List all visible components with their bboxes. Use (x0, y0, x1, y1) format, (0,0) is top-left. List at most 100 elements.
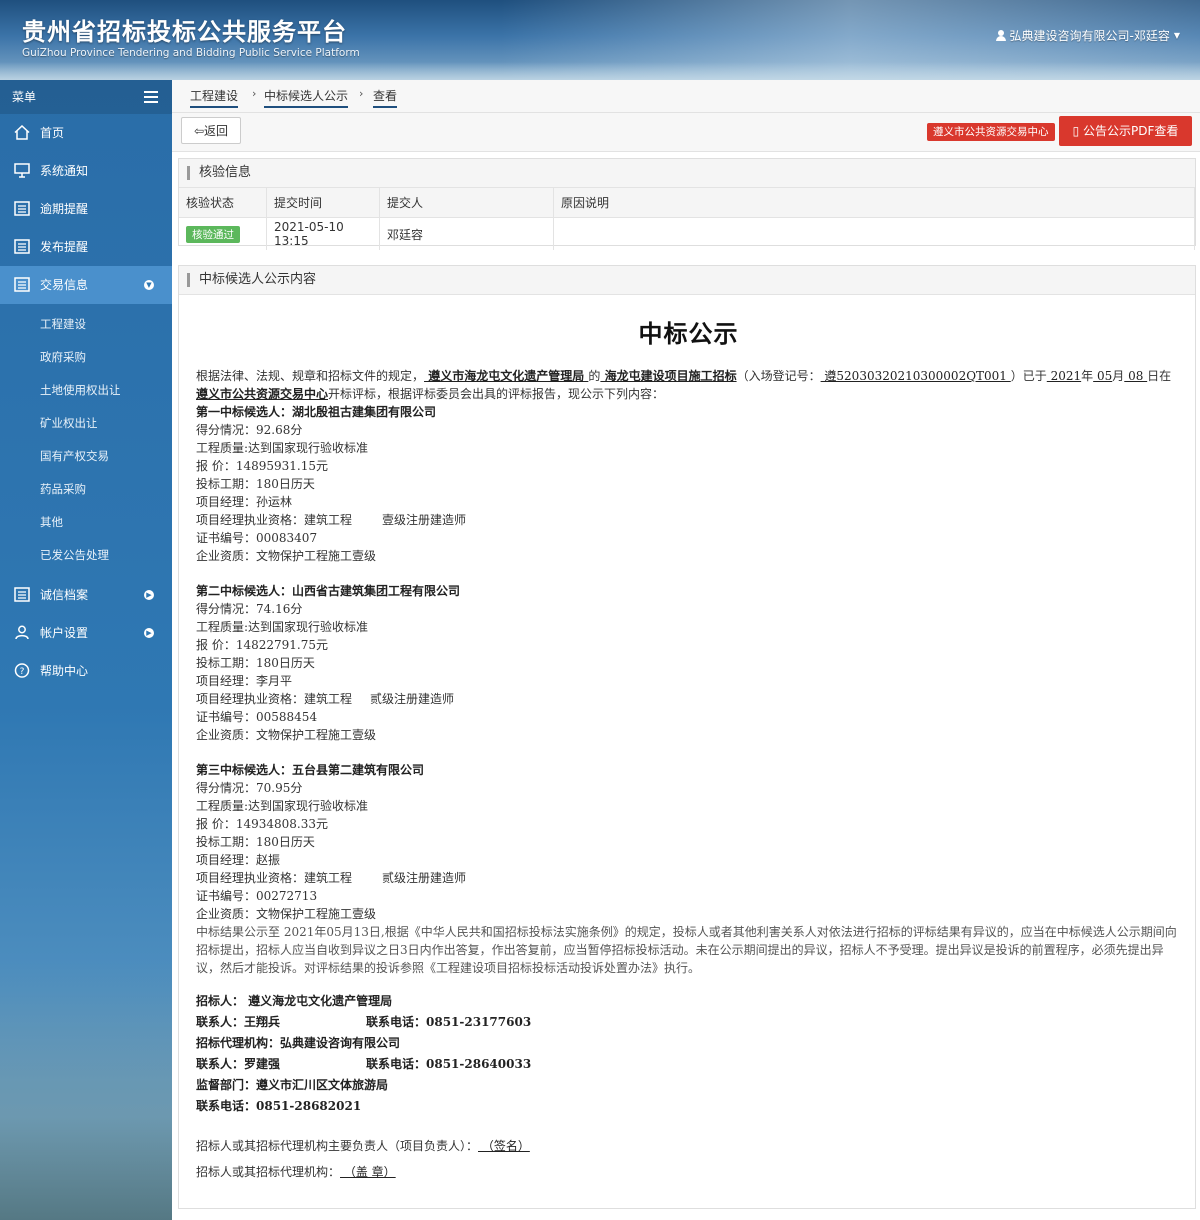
svg-text:?: ? (20, 667, 25, 677)
pdf-icon: ▯ (1072, 124, 1080, 138)
project-name: 海龙屯建设项目施工招标 (600, 369, 737, 383)
site-title: 贵州省招标投标公共服务平台 (22, 18, 347, 46)
sidebar-subitem-other[interactable]: 其他 (0, 506, 172, 539)
sidebar-item-label: 诚信档案 (40, 588, 89, 602)
sidebar-subitem-state-assets[interactable]: 国有产权交易 (0, 440, 172, 473)
column-header: 原因说明 (553, 188, 1195, 218)
candidate-company-qual: 企业资质：文物保护工程施工壹级 (196, 907, 377, 921)
candidate-company-qual: 企业资质：文物保护工程施工壹级 (196, 549, 377, 563)
verify-panel-title: 核验信息 (179, 159, 1195, 188)
tenderer-name: 遵义市海龙屯文化遗产管理局 (424, 369, 589, 383)
candidate-period: 投标工期：180日历天 (196, 835, 315, 849)
breadcrumb-separator: › (359, 87, 364, 100)
sidebar-subitem-engineering[interactable]: 工程建设 (0, 308, 172, 341)
menu-label: 菜单 (12, 90, 37, 104)
caret-down-icon: ▼ (1173, 31, 1180, 40)
objection-notice: 中标结果公示至 2021年05月13日,根据《中华人民共和国招标投标法实施条例》… (196, 925, 1177, 975)
candidate-block: 第二中标候选人：山西省古建筑集团工程有限公司 得分情况：74.16分 工程质量:… (196, 582, 1181, 744)
candidate-cert: 证书编号：00588454 (196, 710, 318, 724)
sidebar-item-label: 发布提醒 (40, 240, 89, 254)
monitor-icon (14, 163, 30, 178)
column-header: 核验状态 (179, 188, 267, 218)
verify-table: 核验状态 提交时间 提交人 原因说明 核验通过 2021-05-10 13:15… (179, 188, 1195, 250)
toolbar: ⇦返回 遵义市公共资源交易中心 ▯ 公告公示PDF查看 (172, 113, 1200, 152)
sidebar: 菜单 首页 系统通知 逾期提醒 发布提醒 交易信息 ▼ 工程建设 政府采购 土地… (0, 80, 172, 1220)
contact-line: 联系人：王翔兵 联系电话：0851-23177603 (196, 1015, 532, 1029)
sidebar-subitem-land[interactable]: 土地使用权出让 (0, 374, 172, 407)
sidebar-item-publish[interactable]: 发布提醒 (0, 228, 172, 266)
sidebar-subitem-procurement[interactable]: 政府采购 (0, 341, 172, 374)
candidate-manager: 项目经理：赵振 (196, 853, 281, 867)
candidate-quality: 工程质量:达到国家现行验收标准 (196, 441, 369, 455)
seal-line: 招标人或其招标代理机构： （盖 章） (196, 1165, 396, 1179)
sidebar-item-trade-info[interactable]: 交易信息 ▼ (0, 266, 172, 304)
column-header: 提交时间 (266, 188, 380, 218)
candidate-period: 投标工期：180日历天 (196, 656, 315, 670)
candidate-price: 报 价：14934808.33元 (196, 817, 328, 831)
chevron-down-icon: ▼ (144, 280, 154, 290)
candidate-manager: 项目经理：李月平 (196, 674, 293, 688)
supervisor-phone: 联系电话：0851-28682021 (196, 1099, 362, 1113)
user-menu[interactable]: 弘典建设咨询有限公司-邓廷容 ▼ (995, 27, 1180, 44)
list-icon (14, 239, 30, 254)
home-icon (14, 125, 30, 140)
agency-line: 招标代理机构：弘典建设咨询有限公司 (196, 1036, 401, 1050)
breadcrumb-item-current: 查看 (373, 87, 398, 108)
sidebar-item-notice[interactable]: 系统通知 (0, 152, 172, 190)
submit-time: 2021-05-10 13:15 (266, 217, 380, 250)
page-header: 贵州省招标投标公共服务平台 GuiZhou Province Tendering… (0, 0, 1200, 80)
chevron-right-icon: ▶ (144, 590, 154, 600)
verify-panel: 核验信息 核验状态 提交时间 提交人 原因说明 核验通过 2021-05-10 … (178, 158, 1196, 250)
user-icon (995, 30, 1006, 41)
sidebar-item-overdue[interactable]: 逾期提醒 (0, 190, 172, 228)
candidate-score: 得分情况：70.95分 (196, 781, 303, 795)
candidate-manager: 项目经理：孙运林 (196, 495, 293, 509)
sidebar-item-label: 逾期提醒 (40, 202, 89, 216)
help-icon: ? (14, 663, 30, 678)
status-badge: 核验通过 (186, 225, 240, 243)
list-icon (14, 201, 30, 216)
sidebar-item-account[interactable]: 帐户设置 ▶ (0, 614, 172, 652)
pdf-label: 公告公示PDF查看 (1083, 124, 1179, 138)
sidebar-item-label: 首页 (40, 126, 65, 140)
sidebar-subitem-medicine[interactable]: 药品采购 (0, 473, 172, 506)
menu-toggle-icon[interactable] (144, 91, 158, 103)
candidate-qualification: 项目经理执业资格：建筑工程 贰级注册建造师 (196, 692, 455, 706)
candidate-block: 第一中标候选人：湖北殷祖古建集团有限公司 得分情况：92.68分 工程质量:达到… (196, 403, 1181, 565)
sidebar-item-credit[interactable]: 诚信档案 ▶ (0, 576, 172, 614)
sidebar-item-help[interactable]: ? 帮助中心 (0, 652, 172, 690)
pdf-view-button[interactable]: ▯ 公告公示PDF查看 (1059, 116, 1192, 146)
site-subtitle: GuiZhou Province Tendering and Bidding P… (22, 47, 360, 59)
table-row: 核验通过 2021-05-10 13:15 邓廷容 (179, 217, 1195, 250)
sidebar-subitem-published[interactable]: 已发公告处理 (0, 539, 172, 572)
candidate-quality: 工程质量:达到国家现行验收标准 (196, 799, 369, 813)
announcement-panel-title: 中标候选人公示内容 (179, 266, 1195, 295)
back-button[interactable]: ⇦返回 (181, 117, 241, 144)
sidebar-subitem-mining[interactable]: 矿业权出让 (0, 407, 172, 440)
chevron-right-icon: ▶ (144, 628, 154, 638)
trading-center-button[interactable]: 遵义市公共资源交易中心 (927, 123, 1055, 141)
reason (553, 217, 1195, 250)
announcement-document: 中标公示 根据法律、法规、规章和招标文件的规定， 遵义市海龙屯文化遗产管理局 的… (196, 314, 1181, 1181)
list-icon (14, 587, 30, 602)
sidebar-item-home[interactable]: 首页 (0, 114, 172, 152)
candidate-name: 第二中标候选人：山西省古建筑集团工程有限公司 (196, 584, 461, 598)
column-header: 提交人 (379, 188, 554, 218)
main-content: 工程建设 › 中标候选人公示 › 查看 ⇦返回 遵义市公共资源交易中心 ▯ 公告… (172, 80, 1200, 1220)
breadcrumb-item[interactable]: 中标候选人公示 (264, 87, 349, 108)
contact-line: 联系人：罗建强 联系电话：0851-28640033 (196, 1057, 532, 1071)
back-icon: ⇦ (193, 124, 205, 138)
candidate-qualification: 项目经理执业资格：建筑工程 壹级注册建造师 (196, 513, 467, 527)
candidate-cert: 证书编号：00272713 (196, 889, 318, 903)
sidebar-item-label: 系统通知 (40, 164, 89, 178)
sidebar-item-label: 帮助中心 (40, 664, 89, 678)
candidate-score: 得分情况：74.16分 (196, 602, 303, 616)
candidate-price: 报 价：14822791.75元 (196, 638, 328, 652)
user-name: 弘典建设咨询有限公司-邓廷容 (1009, 29, 1170, 43)
breadcrumb-item[interactable]: 工程建设 (190, 87, 239, 108)
candidate-company-qual: 企业资质：文物保护工程施工壹级 (196, 728, 377, 742)
signature-line: 招标人或其招标代理机构主要负责人（项目负责人）： （签名） (196, 1139, 530, 1153)
registration-number: 遵52030320210300002QT001 (820, 369, 1011, 383)
submitter: 邓廷容 (379, 217, 554, 250)
candidate-quality: 工程质量:达到国家现行验收标准 (196, 620, 369, 634)
